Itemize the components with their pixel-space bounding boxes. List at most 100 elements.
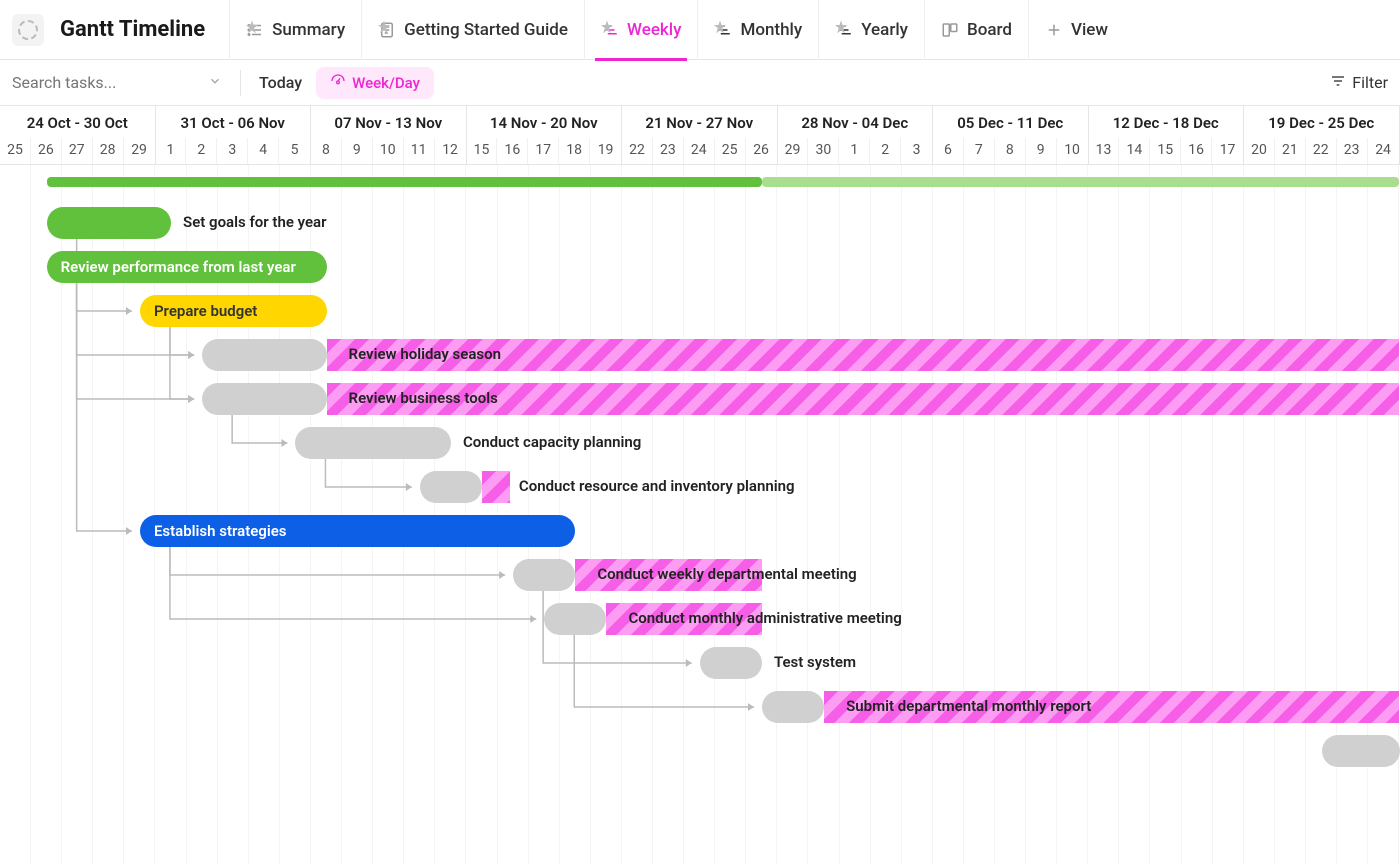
- range-label: Week/Day: [352, 74, 420, 92]
- task-bar[interactable]: [47, 207, 171, 239]
- filter-label: Filter: [1352, 73, 1388, 92]
- summary-bar-light[interactable]: [762, 177, 1400, 187]
- task-label: Conduct resource and inventory planning: [519, 477, 795, 495]
- filter-icon: [1330, 73, 1346, 93]
- week-column: 19 Dec - 25 Dec2021222324: [1244, 106, 1400, 164]
- gauge-icon: [330, 73, 346, 93]
- week-label: 12 Dec - 18 Dec: [1089, 106, 1244, 138]
- task-bar[interactable]: Review performance from last year: [47, 251, 327, 283]
- task-label: Review business tools: [349, 389, 498, 407]
- task-label: Set goals for the year: [183, 213, 326, 231]
- day-header: 22: [1306, 138, 1337, 164]
- filter-button[interactable]: Filter: [1330, 73, 1388, 93]
- day-header: 20: [1244, 138, 1275, 164]
- day-header: 27: [62, 138, 93, 164]
- week-label: 21 Nov - 27 Nov: [622, 106, 777, 138]
- day-header: 9: [1026, 138, 1057, 164]
- day-header: 30: [808, 138, 839, 164]
- summary-bar-solid[interactable]: [47, 177, 762, 187]
- tab-summary[interactable]: Summary: [229, 0, 361, 60]
- tab-monthly[interactable]: Monthly: [697, 0, 818, 60]
- day-header: 9: [342, 138, 373, 164]
- task-bar[interactable]: [700, 647, 762, 679]
- day-header: 4: [248, 138, 279, 164]
- day-header: 29: [778, 138, 809, 164]
- tab-label: Board: [967, 20, 1012, 40]
- tab-yearly[interactable]: Yearly: [818, 0, 924, 60]
- week-label: 19 Dec - 25 Dec: [1244, 106, 1399, 138]
- task-bar[interactable]: [420, 471, 482, 503]
- day-header: 1: [156, 138, 187, 164]
- day-header: 8: [995, 138, 1026, 164]
- task-bar[interactable]: [295, 427, 451, 459]
- task-bar[interactable]: [762, 691, 824, 723]
- day-header: 11: [404, 138, 435, 164]
- tab-label: Yearly: [861, 20, 908, 40]
- week-column: 12 Dec - 18 Dec1314151617: [1089, 106, 1245, 164]
- day-header: 29: [124, 138, 155, 164]
- page-title: Gantt Timeline: [60, 17, 205, 42]
- search-input[interactable]: [12, 69, 202, 96]
- tab-board[interactable]: Board: [924, 0, 1028, 60]
- task-bar[interactable]: [202, 339, 326, 371]
- range-selector[interactable]: Week/Day: [316, 67, 434, 99]
- day-header: 13: [1089, 138, 1120, 164]
- day-header: 7: [964, 138, 995, 164]
- today-button[interactable]: Today: [259, 73, 302, 92]
- day-header: 16: [497, 138, 528, 164]
- tab-weekly[interactable]: Weekly: [584, 0, 697, 60]
- week-label: 07 Nov - 13 Nov: [311, 106, 466, 138]
- day-header: 21: [1275, 138, 1306, 164]
- week-column: 31 Oct - 06 Nov12345: [156, 106, 312, 164]
- week-label: 24 Oct - 30 Oct: [0, 106, 155, 138]
- task-bar-extension[interactable]: [482, 471, 510, 503]
- doc-icon: [378, 21, 396, 39]
- task-bar[interactable]: [1322, 735, 1400, 767]
- day-header: 3: [217, 138, 248, 164]
- task-bar[interactable]: [202, 383, 326, 415]
- app-logo: [12, 14, 44, 46]
- day-header: 12: [435, 138, 466, 164]
- week-label: 05 Dec - 11 Dec: [933, 106, 1088, 138]
- day-header: 26: [31, 138, 62, 164]
- toolbar: Today Week/Day Filter: [0, 60, 1400, 106]
- timeline-header: 24 Oct - 30 Oct252627282931 Oct - 06 Nov…: [0, 106, 1400, 165]
- board-icon: [941, 21, 959, 39]
- plus-icon: [1045, 21, 1063, 39]
- task-label: Review holiday season: [349, 345, 501, 363]
- gantt-icon: [835, 21, 853, 39]
- list-icon: [246, 21, 264, 39]
- day-header: 24: [684, 138, 715, 164]
- week-column: 28 Nov - 04 Dec2930123: [778, 106, 934, 164]
- task-label: Submit departmental monthly report: [846, 697, 1091, 715]
- week-column: 07 Nov - 13 Nov89101112: [311, 106, 467, 164]
- day-header: 23: [1337, 138, 1368, 164]
- search-chevron-icon[interactable]: [208, 73, 222, 92]
- day-header: 18: [559, 138, 590, 164]
- day-header: 15: [467, 138, 498, 164]
- day-header: 3: [901, 138, 932, 164]
- day-header: 2: [186, 138, 217, 164]
- day-header: 28: [93, 138, 124, 164]
- day-header: 19: [590, 138, 621, 164]
- day-header: 17: [1212, 138, 1243, 164]
- tab-label: Summary: [272, 20, 345, 40]
- tab-guide[interactable]: Getting Started Guide: [361, 0, 584, 60]
- day-header: 10: [1057, 138, 1088, 164]
- task-bar[interactable]: [513, 559, 575, 591]
- week-label: 31 Oct - 06 Nov: [156, 106, 311, 138]
- tab-label: Monthly: [740, 20, 802, 40]
- task-bar[interactable]: [544, 603, 606, 635]
- day-header: 25: [715, 138, 746, 164]
- task-bar[interactable]: Establish strategies: [140, 515, 575, 547]
- tab-addview[interactable]: View: [1028, 0, 1124, 60]
- week-column: 14 Nov - 20 Nov1516171819: [467, 106, 623, 164]
- task-label: Conduct weekly departmental meeting: [597, 565, 856, 583]
- day-header: 8: [311, 138, 342, 164]
- gantt-icon: [601, 21, 619, 39]
- task-bar[interactable]: Prepare budget: [140, 295, 327, 327]
- gantt-chart[interactable]: Set goals for the year Review performance…: [0, 165, 1400, 865]
- gantt-icon: [714, 21, 732, 39]
- day-header: 10: [373, 138, 404, 164]
- task-label: Conduct monthly administrative meeting: [628, 609, 901, 627]
